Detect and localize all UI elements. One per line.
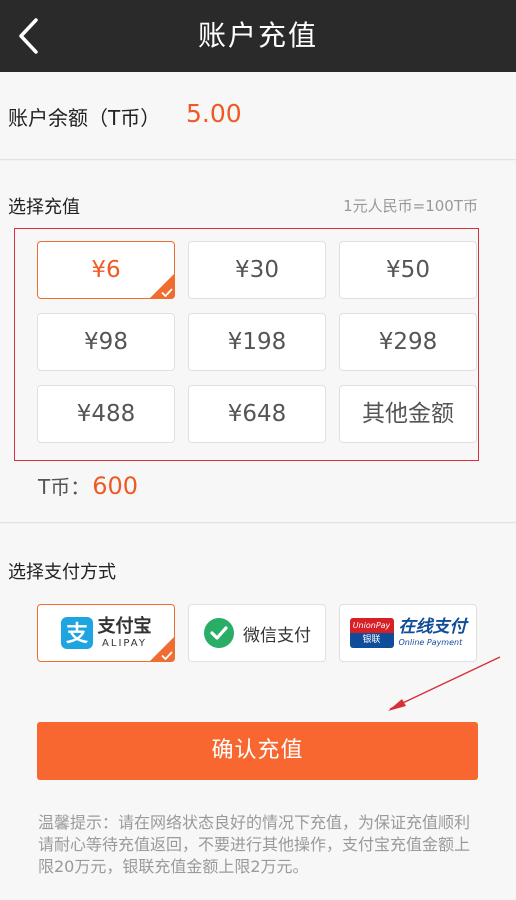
balance-row: 账户余额（T币） 5.00 [0,72,516,160]
payment-option-unionpay[interactable]: UnionPay 银联 在线支付 Online Payment [339,604,477,662]
svg-text:支: 支 [65,622,88,647]
selected-check-icon [149,273,175,299]
unionpay-sub: Online Payment [398,638,463,647]
balance-value: 5.00 [186,99,242,128]
wechat-pay-name: 微信支付 [243,625,311,646]
amount-option-50[interactable]: ¥50 [339,241,477,299]
confirm-recharge-button[interactable]: 确认充值 [37,722,478,780]
app-header: 账户充值 [0,0,516,72]
amount-option-6[interactable]: ¥6 [37,241,175,299]
amount-option-198[interactable]: ¥198 [188,313,326,371]
wechat-pay-icon [204,618,234,648]
unionpay-icon: UnionPay 银联 [349,618,394,648]
selected-check-icon [149,636,175,662]
amount-option-30[interactable]: ¥30 [188,241,326,299]
tcoin-label: T币： [38,475,91,499]
alipay-icon: 支 [60,617,93,649]
tcoin-total: T币：600 [38,471,138,500]
amount-option-488[interactable]: ¥488 [37,385,175,443]
exchange-rate-note: 1元人民币=100T币 [343,197,478,215]
warm-tip: 温馨提示：请在网络状态良好的情况下充值，为保证充值顺利请耐心等待充值返回，不要进… [38,813,471,876]
alipay-sub: ALIPAY [102,637,147,649]
amount-option-648[interactable]: ¥648 [188,385,326,443]
tcoin-value: 600 [92,472,139,500]
amount-option-label: ¥50 [386,257,430,283]
alipay-name: 支付宝 [97,615,152,637]
amount-option-98[interactable]: ¥98 [37,313,175,371]
recharge-section-label: 选择充值 [8,197,80,218]
amount-option-label: 其他金额 [362,401,454,427]
unionpay-badge-top: UnionPay [349,618,394,633]
amount-option-label: ¥198 [227,329,287,355]
payment-section-label: 选择支付方式 [8,562,116,583]
payment-option-wechat[interactable]: 微信支付 [188,604,326,662]
payment-option-alipay[interactable]: 支 支付宝 ALIPAY [37,604,175,662]
page-title: 账户充值 [197,19,318,52]
amount-option-label: ¥98 [84,329,128,355]
amount-option-label: ¥30 [235,257,279,283]
unionpay-name: 在线支付 [398,617,467,637]
amount-option-label: ¥648 [227,401,287,427]
amount-option-298[interactable]: ¥298 [339,313,477,371]
amount-option-other[interactable]: 其他金额 [339,385,477,443]
unionpay-badge-bottom: 银联 [349,633,394,648]
balance-label: 账户余额（T币） [8,106,161,130]
amount-option-label: ¥6 [91,257,121,283]
payment-section: 选择支付方式 支 支付宝 ALIPAY 微信支付 UnionPay 银联 在线支… [0,524,516,900]
amount-option-label: ¥298 [378,329,438,355]
recharge-section: 选择充值 1元人民币=100T币 ¥6 ¥30 ¥50 ¥98 ¥198 ¥29… [0,161,516,523]
amount-option-label: ¥488 [76,401,136,427]
